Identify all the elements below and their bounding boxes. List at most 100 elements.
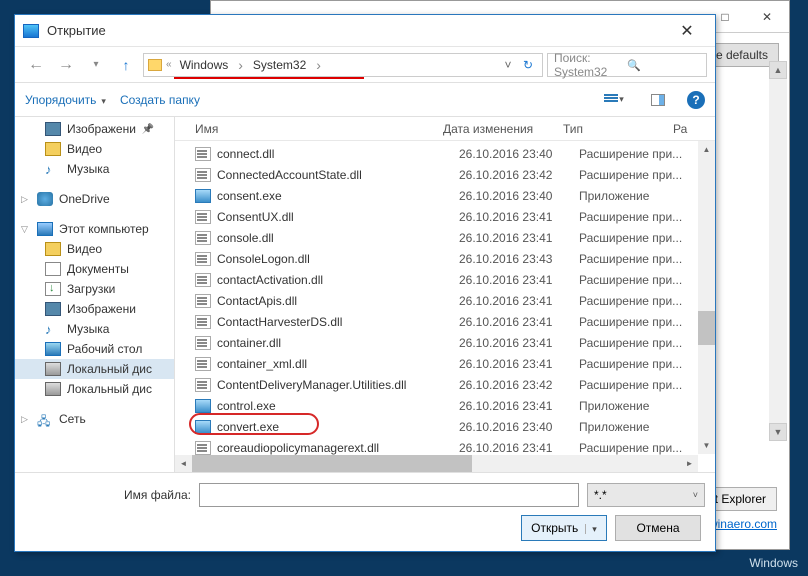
file-list-pane: Имя Дата изменения Тип Ра connect.dll26.… <box>175 117 715 472</box>
filename-input[interactable] <box>199 483 579 507</box>
nav-item-label: Этот компьютер <box>59 222 149 236</box>
chevron-right-icon <box>312 57 325 73</box>
nav-item-OneDrive[interactable]: OneDrive <box>15 189 174 209</box>
scroll-thumb-h[interactable] <box>192 455 472 472</box>
titlebar: Открытие ✕ <box>15 15 715 47</box>
nav-item-label: OneDrive <box>59 192 110 206</box>
filetype-filter[interactable]: *.*˅ <box>587 483 705 507</box>
file-row[interactable]: ConnectedAccountState.dll26.10.2016 23:4… <box>175 164 715 185</box>
search-icon <box>627 58 700 72</box>
nav-item-Локальный дис[interactable]: Локальный дис <box>15 359 174 379</box>
file-type: Расширение при... <box>579 273 709 287</box>
nav-item-label: Изображени <box>67 302 136 316</box>
nav-item-Изображени[interactable]: Изображени <box>15 119 174 139</box>
horizontal-scrollbar[interactable]: ◄ ► <box>175 455 698 472</box>
winaero-link[interactable]: winaero.com <box>709 517 777 531</box>
file-row[interactable]: connect.dll26.10.2016 23:40Расширение пр… <box>175 143 715 164</box>
file-date: 26.10.2016 23:42 <box>459 168 579 182</box>
bg-scroll-track[interactable] <box>769 79 787 423</box>
pc-icon <box>37 222 53 236</box>
nav-item-Музыка[interactable]: Музыка <box>15 319 174 339</box>
expand-icon[interactable] <box>21 224 28 235</box>
help-button[interactable]: ? <box>687 91 705 109</box>
file-row[interactable]: ContactApis.dll26.10.2016 23:41Расширени… <box>175 290 715 311</box>
bg-scroll-up-icon[interactable]: ▲ <box>769 61 787 79</box>
window-title: Открытие <box>47 23 667 38</box>
file-row[interactable]: console.dll26.10.2016 23:41Расширение пр… <box>175 227 715 248</box>
file-type: Приложение <box>579 420 709 434</box>
preview-pane-button[interactable] <box>643 89 673 111</box>
scroll-right-icon[interactable]: ► <box>681 455 698 472</box>
nav-item-Видео[interactable]: Видео <box>15 239 174 259</box>
vid-icon <box>45 242 61 256</box>
bg-scrollbar[interactable]: ▲ ▼ <box>769 61 787 441</box>
bg-close-button[interactable]: ✕ <box>749 6 785 28</box>
nav-item-Этот компьютер[interactable]: Этот компьютер <box>15 219 174 239</box>
addr-overflow-chevron[interactable]: « <box>164 59 174 70</box>
refresh-button[interactable]: ↻ <box>518 58 538 72</box>
file-type: Расширение при... <box>579 168 709 182</box>
nav-item-label: Рабочий стол <box>67 342 142 356</box>
toolbar: Упорядочить Создать папку ▾ ? <box>15 83 715 117</box>
nav-item-Загрузки[interactable]: Загрузки <box>15 279 174 299</box>
bg-scroll-down-icon[interactable]: ▼ <box>769 423 787 441</box>
address-dropdown[interactable]: ˅ <box>500 58 516 72</box>
open-dropdown-icon[interactable] <box>581 521 597 535</box>
breadcrumb-system32[interactable]: System32 <box>249 56 310 74</box>
file-row[interactable]: container_xml.dll26.10.2016 23:41Расшире… <box>175 353 715 374</box>
open-button[interactable]: Открыть <box>521 515 607 541</box>
nav-item-Изображени[interactable]: Изображени <box>15 299 174 319</box>
cancel-button[interactable]: Отмена <box>615 515 701 541</box>
file-type: Расширение при... <box>579 378 709 392</box>
scroll-left-icon[interactable]: ◄ <box>175 455 192 472</box>
nav-item-Рабочий стол[interactable]: Рабочий стол <box>15 339 174 359</box>
nav-history-dropdown[interactable] <box>83 52 109 78</box>
scroll-down-icon[interactable]: ▼ <box>698 437 715 454</box>
nav-item-Видео[interactable]: Видео <box>15 139 174 159</box>
nav-item-Документы[interactable]: Документы <box>15 259 174 279</box>
file-row[interactable]: consent.exe26.10.2016 23:40Приложение <box>175 185 715 206</box>
nav-up-button[interactable] <box>113 52 139 78</box>
filename-label: Имя файла: <box>25 488 191 502</box>
file-row[interactable]: contactActivation.dll26.10.2016 23:41Рас… <box>175 269 715 290</box>
scroll-thumb[interactable] <box>698 311 715 345</box>
file-date: 26.10.2016 23:41 <box>459 231 579 245</box>
scroll-up-icon[interactable]: ▲ <box>698 141 715 158</box>
address-bar[interactable]: « Windows System32 ˅ ↻ <box>143 53 543 77</box>
file-date: 26.10.2016 23:41 <box>459 441 579 455</box>
file-name: ConsoleLogon.dll <box>217 252 459 266</box>
expand-icon[interactable] <box>21 194 28 205</box>
file-row[interactable]: ConsoleLogon.dll26.10.2016 23:43Расширен… <box>175 248 715 269</box>
expand-icon[interactable] <box>21 414 28 425</box>
new-folder-button[interactable]: Создать папку <box>120 93 200 107</box>
file-row[interactable]: control.exe26.10.2016 23:41Приложение <box>175 395 715 416</box>
file-row[interactable]: ContentDeliveryManager.Utilities.dll26.1… <box>175 374 715 395</box>
vertical-scrollbar[interactable]: ▲ ▼ <box>698 141 715 454</box>
file-name: ContentDeliveryManager.Utilities.dll <box>217 378 459 392</box>
file-row[interactable]: ContactHarvesterDS.dll26.10.2016 23:41Ра… <box>175 311 715 332</box>
file-type: Расширение при... <box>579 147 709 161</box>
col-date[interactable]: Дата изменения <box>443 122 563 136</box>
nav-item-Сеть[interactable]: Сеть <box>15 409 174 429</box>
file-name: ContactHarvesterDS.dll <box>217 315 459 329</box>
col-type[interactable]: Тип <box>563 122 673 136</box>
view-mode-button[interactable]: ▾ <box>599 89 629 111</box>
col-name[interactable]: Имя <box>195 122 443 136</box>
file-name: ContactApis.dll <box>217 294 459 308</box>
search-input[interactable]: Поиск: System32 <box>547 53 707 77</box>
close-button[interactable]: ✕ <box>667 18 707 44</box>
nav-forward-button[interactable] <box>53 52 79 78</box>
file-row[interactable]: convert.exe26.10.2016 23:40Приложение <box>175 416 715 437</box>
file-name: ConnectedAccountState.dll <box>217 168 459 182</box>
file-date: 26.10.2016 23:40 <box>459 147 579 161</box>
nav-item-Локальный дис[interactable]: Локальный дис <box>15 379 174 399</box>
nav-back-button[interactable] <box>23 52 49 78</box>
nav-item-Музыка[interactable]: Музыка <box>15 159 174 179</box>
file-name: connect.dll <box>217 147 459 161</box>
organize-button[interactable]: Упорядочить <box>25 93 106 107</box>
file-row[interactable]: ConsentUX.dll26.10.2016 23:41Расширение … <box>175 206 715 227</box>
file-name: console.dll <box>217 231 459 245</box>
breadcrumb-windows[interactable]: Windows <box>176 56 233 74</box>
file-row[interactable]: container.dll26.10.2016 23:41Расширение … <box>175 332 715 353</box>
col-size[interactable]: Ра <box>673 122 715 136</box>
